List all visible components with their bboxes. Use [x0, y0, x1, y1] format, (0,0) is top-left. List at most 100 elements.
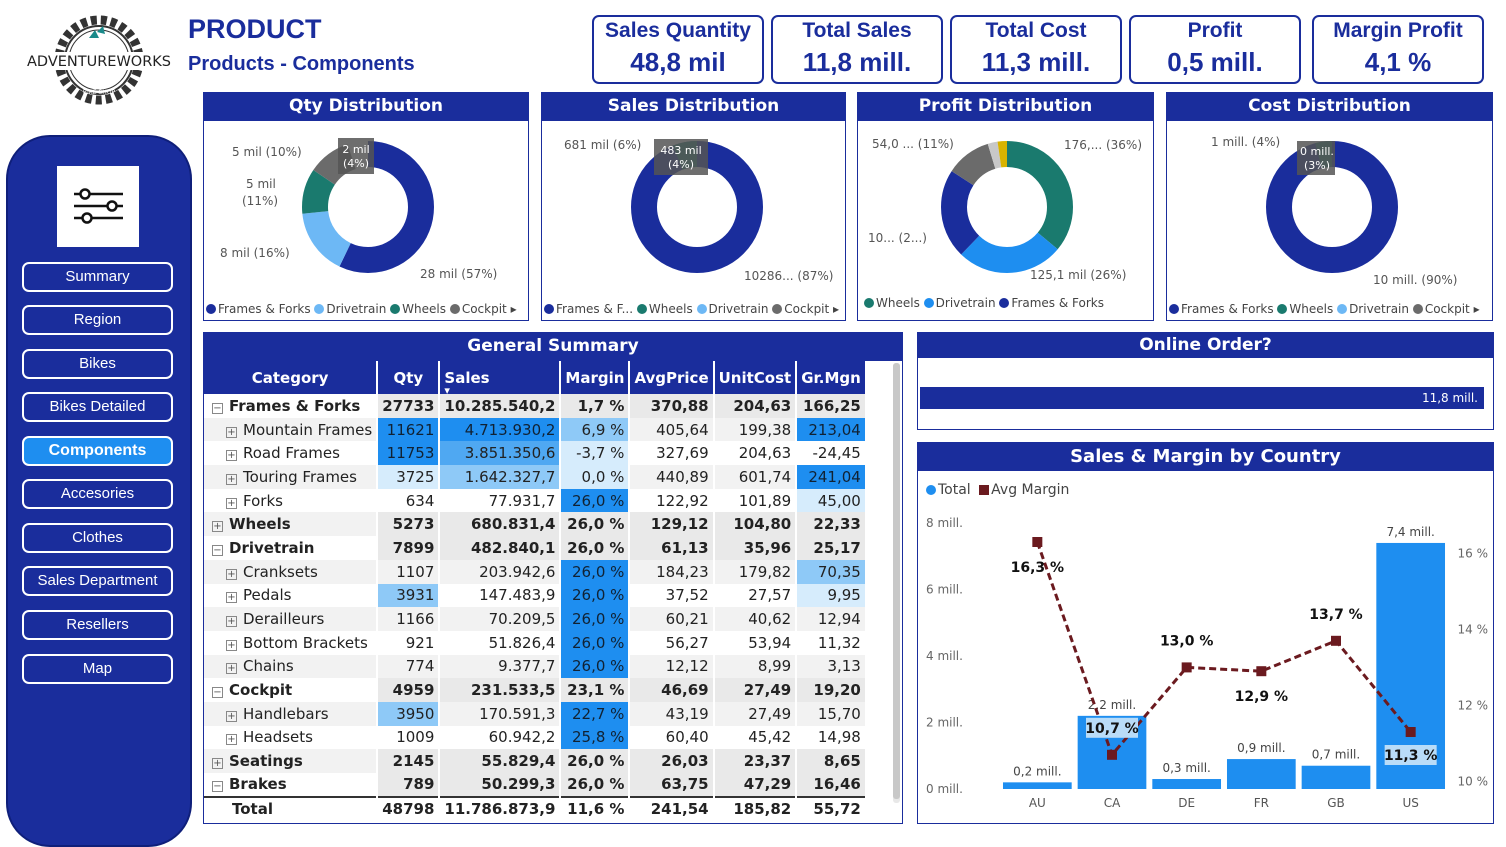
table-cell: 1107 — [377, 559, 441, 584]
table-cell: 27,49 — [713, 678, 798, 702]
margin-data-label: 11,3 % — [1384, 748, 1437, 764]
table-row[interactable]: + Derailleurs 1166 70.209,5 26,0 % 60,21 40,62… — [204, 607, 867, 631]
table-row[interactable]: − Drivetrain 7899 482.840,1 26,0 % 61,13 35,96… — [204, 536, 867, 560]
collapse-icon[interactable]: − — [212, 544, 223, 556]
expand-icon[interactable]: + — [226, 616, 237, 628]
expand-icon[interactable]: + — [226, 734, 237, 746]
collapse-icon[interactable]: − — [212, 781, 223, 793]
table-cell: 680.831,4 — [439, 512, 562, 537]
sort-desc-icon[interactable]: ▾ — [444, 384, 450, 397]
table-cell: 61,13 — [629, 536, 715, 560]
column-header-qty[interactable]: Qty — [377, 361, 441, 394]
table-row[interactable]: + Chains 774 9.377,7 26,0 % 12,12 8,99 3,13 — [204, 654, 867, 679]
category-label: Headsets — [243, 728, 313, 747]
sliders-icon — [74, 188, 123, 224]
nav-map[interactable]: Map — [22, 654, 173, 684]
expand-icon[interactable]: + — [226, 450, 237, 462]
table-row[interactable]: + Bottom Brackets 921 51.826,4 26,0 % 56,27 53… — [204, 630, 867, 655]
table-cell: 166,25 — [796, 394, 867, 418]
kpi-card-margin-profit: Margin Profit 4,1 % — [1312, 15, 1484, 84]
svg-text:(11%): (11%) — [242, 194, 278, 208]
table-cell: 22,7 % — [560, 701, 631, 726]
table-cell: 26,0 % — [560, 773, 631, 797]
margin-data-label: 12,9 % — [1235, 689, 1288, 705]
table-row[interactable]: + Mountain Frames 11621 4.713.930,2 6,9 % 405… — [204, 417, 867, 442]
donut-label: 5 mil (10%) — [232, 145, 302, 159]
svg-text:5 mil: 5 mil — [246, 177, 276, 191]
filter-button[interactable] — [57, 166, 139, 247]
table-row[interactable]: + Wheels 5273 680.831,4 26,0 % 129,12 104,80 22… — [204, 512, 867, 537]
table-cell: 70,35 — [796, 559, 867, 584]
column-header-grmgn[interactable]: Gr.Mgn — [796, 361, 867, 394]
table-cell: 25,8 % — [560, 725, 631, 750]
y-tick-label: 8 mill. — [926, 516, 963, 530]
table-row[interactable]: + Road Frames 11753 3.851.350,6 -3,7 % 327,69… — [204, 441, 867, 466]
category-label: Chains — [243, 657, 294, 676]
table-row[interactable]: − Cockpit 4959 231.533,5 23,1 % 46,69 27,49 19,… — [204, 678, 867, 702]
table-row[interactable]: + Seatings 2145 55.829,4 26,0 % 26,03 23,37 8,6… — [204, 749, 867, 773]
nav-components[interactable]: Components — [22, 436, 173, 466]
column-header-margin[interactable]: Margin — [560, 361, 631, 394]
table-cell: 147.483,9 — [439, 583, 562, 608]
donut-label: 176,... (36%) — [1064, 138, 1142, 152]
table-row[interactable]: − Frames & Forks 27733 10.285.540,2 1,7 % 370… — [204, 394, 867, 418]
online-order-bar[interactable]: 11,8 mill. — [920, 387, 1484, 409]
collapse-icon[interactable]: − — [212, 402, 223, 414]
bar-de — [1152, 779, 1222, 789]
table-row[interactable]: + Touring Frames 3725 1.642.327,7 0,0 % 440,8… — [204, 465, 867, 489]
table-row[interactable]: + Handlebars 3950 170.591,3 22,7 % 43,19 27,49… — [204, 701, 867, 726]
column-header-category[interactable]: Category — [204, 361, 379, 394]
category-label: Drivetrain — [229, 538, 315, 557]
table-cell: 8,99 — [713, 654, 798, 679]
expand-icon[interactable]: + — [226, 592, 237, 604]
table-cell: 482.840,1 — [439, 536, 562, 560]
column-header-sales[interactable]: Sales ▾ — [439, 361, 562, 397]
expand-icon[interactable]: + — [226, 473, 237, 485]
expand-icon[interactable]: + — [226, 497, 237, 509]
table-cell-category: + Cranksets — [204, 559, 379, 584]
panel-title: Sales Distribution — [542, 93, 845, 121]
table-cell: 204,63 — [713, 441, 798, 466]
nav-accesories[interactable]: Accesories — [22, 479, 173, 509]
category-label: Frames & Forks — [229, 396, 361, 415]
expand-icon[interactable]: + — [226, 710, 237, 722]
cost-distribution-panel: Cost Distribution 0 mill. (3%) 1 mill. (… — [1166, 92, 1493, 321]
nav-bikes-detailed[interactable]: Bikes Detailed — [22, 392, 173, 422]
table-row[interactable]: − Brakes 789 50.299,3 26,0 % 63,75 47,29 16,46 — [204, 773, 867, 797]
nav-bikes[interactable]: Bikes — [22, 349, 173, 379]
table-cell: 203.942,6 — [439, 559, 562, 584]
column-header-avgprice[interactable]: AvgPrice — [629, 361, 715, 394]
table-cell: 12,12 — [629, 654, 715, 679]
bar-data-label: 0,2 mill. — [1013, 764, 1061, 778]
kpi-label: Total Sales — [802, 19, 912, 42]
table-row[interactable]: + Cranksets 1107 203.942,6 26,0 % 184,23 179,8… — [204, 559, 867, 584]
table-scrollbar[interactable] — [893, 363, 900, 803]
category-label: Mountain Frames — [243, 420, 373, 439]
table-row[interactable]: + Headsets 1009 60.942,2 25,8 % 60,40 45,42 14,… — [204, 725, 867, 750]
y2-tick-label: 12 % — [1458, 698, 1489, 712]
expand-icon[interactable]: + — [212, 521, 223, 533]
table-cell: 15,70 — [796, 701, 867, 726]
sales-distribution-panel: Sales Distribution 483 mil (4%) 681 mil … — [541, 92, 846, 321]
nav-clothes[interactable]: Clothes — [22, 523, 173, 553]
kpi-label: Total Cost — [985, 19, 1087, 42]
column-header-unitcost[interactable]: UnitCost — [713, 361, 798, 394]
nav-region[interactable]: Region — [22, 305, 173, 335]
expand-icon[interactable]: + — [226, 639, 237, 651]
table-row[interactable]: + Pedals 3931 147.483,9 26,0 % 37,52 27,57 9,95 — [204, 583, 867, 608]
expand-icon[interactable]: + — [226, 426, 237, 438]
table-row[interactable]: + Forks 634 77.931,7 26,0 % 122,92 101,89 45,00 — [204, 488, 867, 513]
total-cell: Total — [204, 795, 379, 821]
nav-sales-department[interactable]: Sales Department — [22, 566, 173, 596]
category-label: Wheels — [229, 515, 291, 534]
expand-icon[interactable]: + — [226, 568, 237, 580]
nav-resellers[interactable]: Resellers — [22, 610, 173, 640]
panel-title: Sales & Margin by Country — [918, 443, 1493, 471]
nav-summary[interactable]: Summary — [22, 262, 173, 292]
total-cell: 241,54 — [629, 795, 715, 821]
expand-icon[interactable]: + — [226, 663, 237, 675]
collapse-icon[interactable]: − — [212, 687, 223, 699]
profit-distribution-panel: Profit Distribution 54,0 ... (11%) 176,.… — [857, 92, 1179, 321]
table-cell: 9.377,7 — [439, 654, 562, 679]
expand-icon[interactable]: + — [212, 758, 223, 770]
